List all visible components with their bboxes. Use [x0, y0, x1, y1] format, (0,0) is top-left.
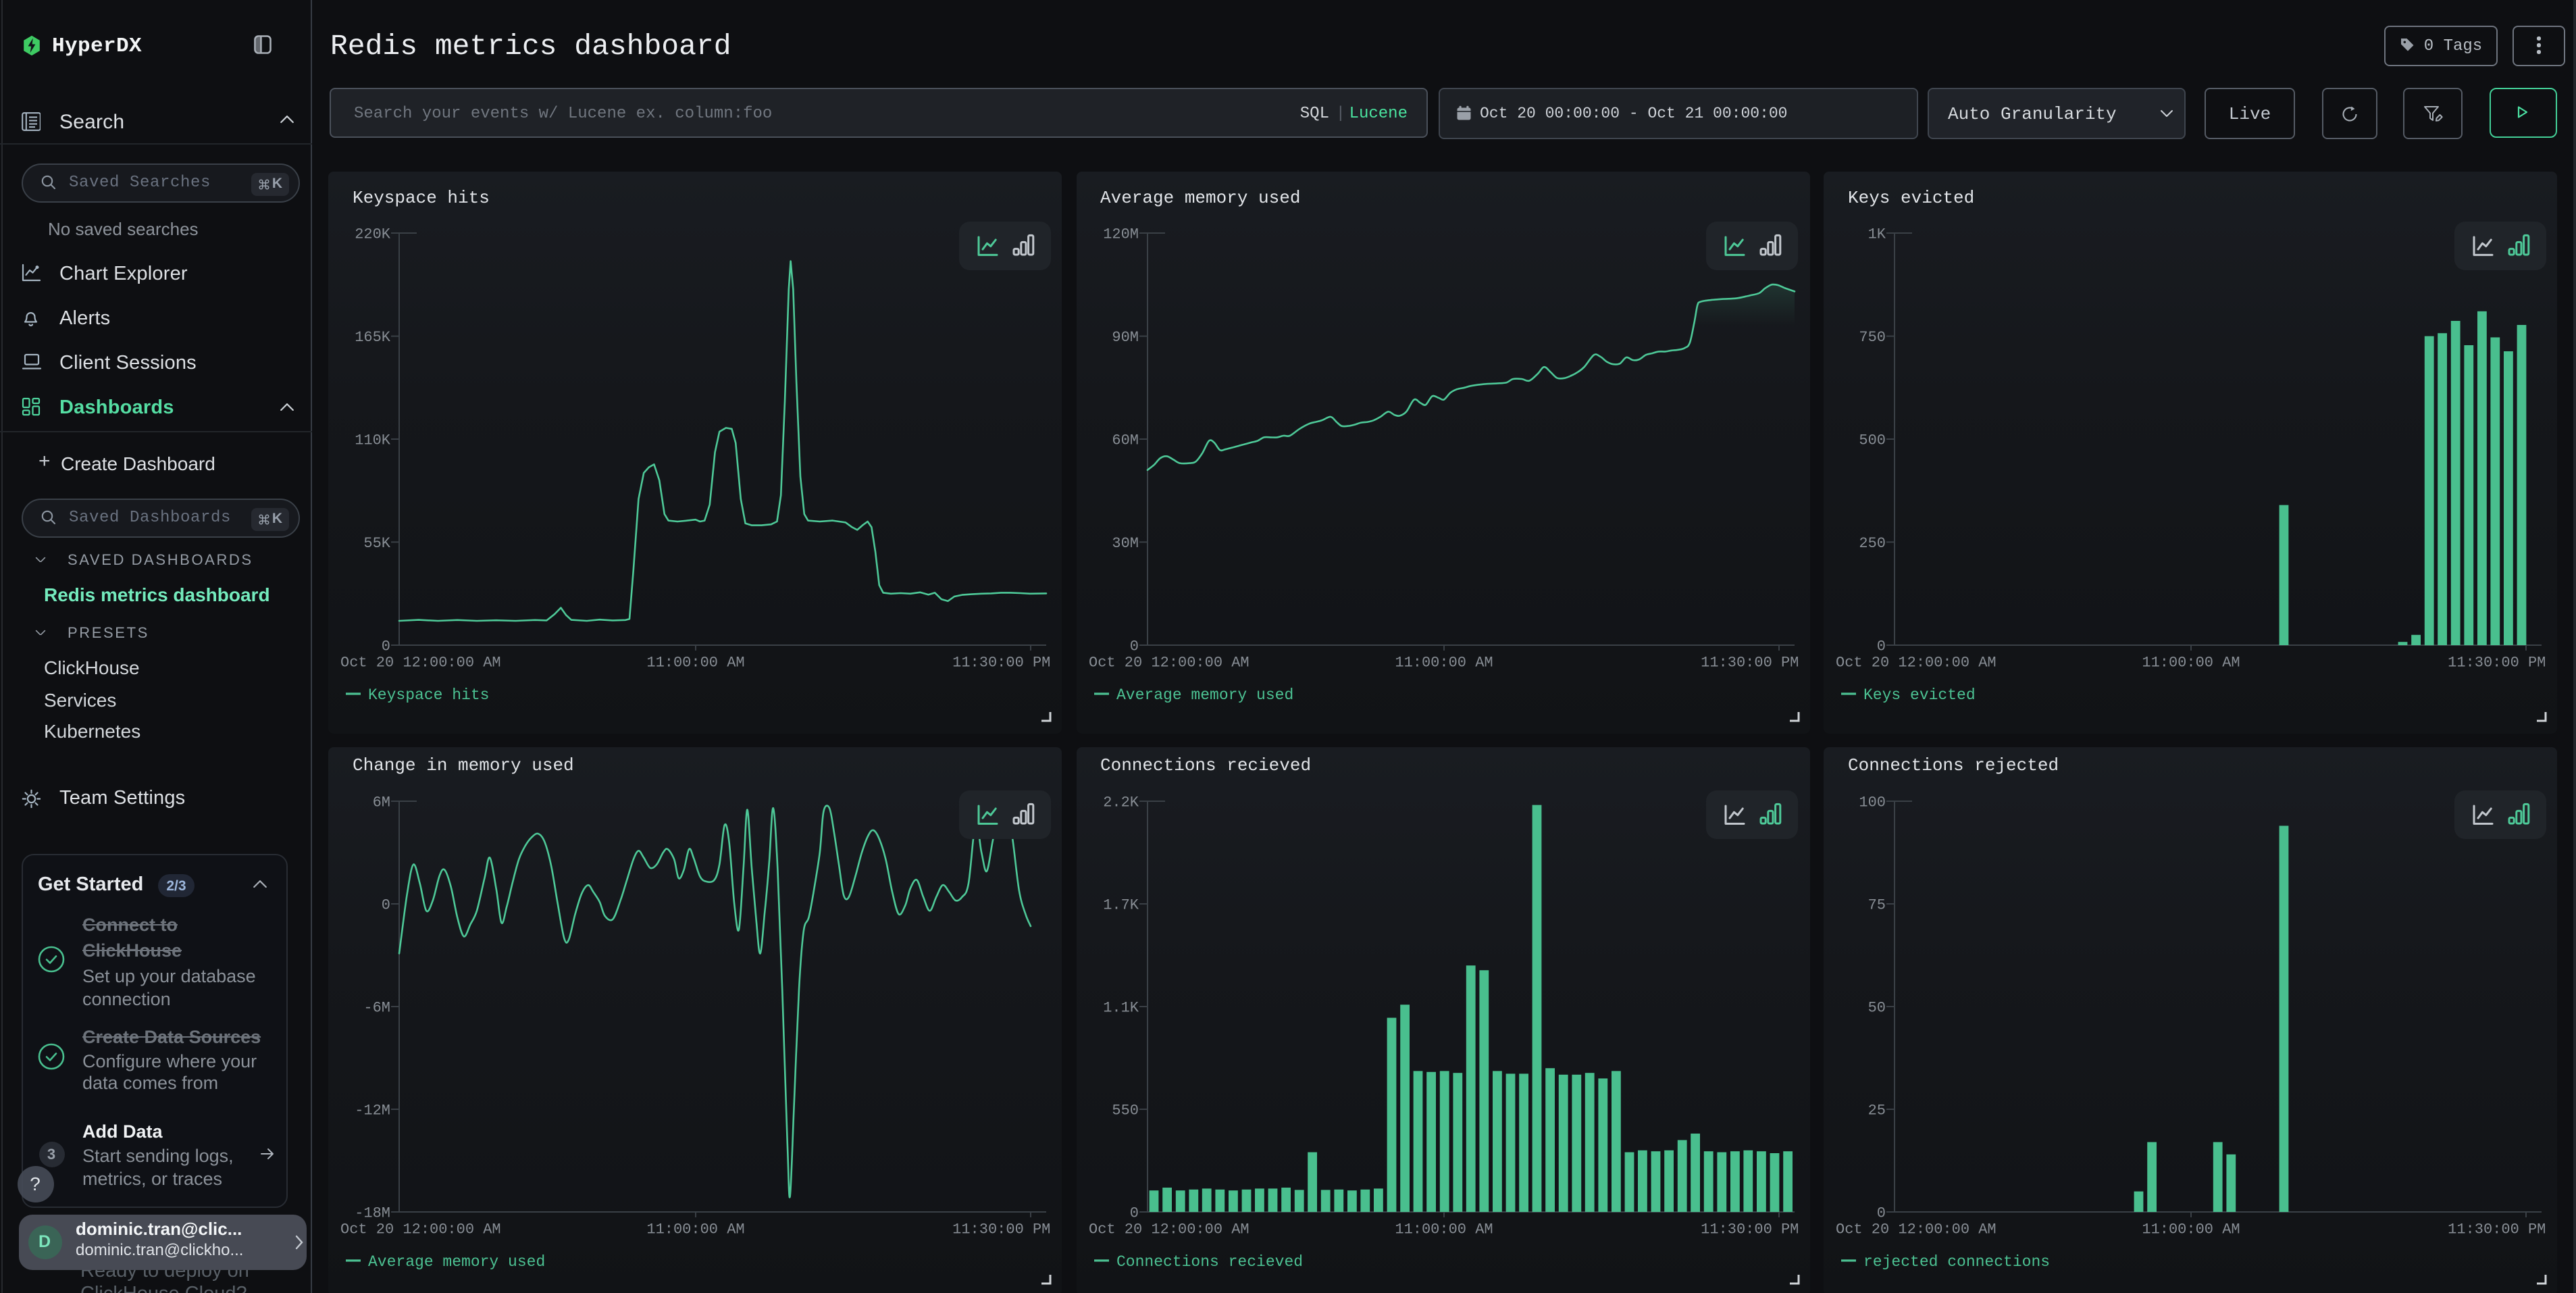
svg-text:rejected connections: rejected connections [1863, 1253, 2050, 1271]
svg-text:6M: 6M [373, 794, 390, 811]
svg-text:750: 750 [1859, 329, 1886, 346]
svg-text:50: 50 [1868, 999, 1886, 1016]
svg-text:2.2K: 2.2K [1102, 794, 1139, 811]
svg-text:Oct 20 12:00:00 AM: Oct 20 12:00:00 AM [1836, 1221, 1997, 1238]
svg-text:Connections recieved: Connections recieved [1116, 1253, 1302, 1271]
svg-text:11:30:00 PM: 11:30:00 PM [2448, 654, 2546, 671]
svg-text:500: 500 [1859, 432, 1886, 449]
svg-text:11:00:00 AM: 11:00:00 AM [2142, 1221, 2240, 1238]
svg-text:1.1K: 1.1K [1102, 999, 1139, 1016]
svg-text:220K: 220K [355, 226, 391, 243]
svg-text:120M: 120M [1102, 226, 1138, 243]
svg-text:100: 100 [1859, 794, 1886, 811]
svg-text:30M: 30M [1111, 535, 1138, 552]
svg-text:0: 0 [1877, 638, 1886, 655]
svg-text:11:30:00 PM: 11:30:00 PM [1700, 1221, 1798, 1238]
svg-text:Oct 20 12:00:00 AM: Oct 20 12:00:00 AM [340, 654, 501, 671]
svg-text:11:00:00 AM: 11:00:00 AM [646, 1221, 744, 1238]
svg-text:60M: 60M [1111, 432, 1138, 449]
svg-text:11:30:00 PM: 11:30:00 PM [2448, 1221, 2546, 1238]
svg-text:25: 25 [1868, 1102, 1886, 1119]
svg-text:0: 0 [382, 638, 390, 655]
svg-text:0: 0 [1129, 1205, 1138, 1221]
svg-text:11:30:00 PM: 11:30:00 PM [952, 1221, 1050, 1238]
svg-text:11:00:00 AM: 11:00:00 AM [1394, 1221, 1492, 1238]
svg-text:-18M: -18M [355, 1205, 390, 1221]
svg-text:55K: 55K [363, 535, 390, 552]
svg-text:0: 0 [1877, 1205, 1886, 1221]
svg-text:Keyspace hits: Keyspace hits [368, 686, 489, 704]
svg-text:Average memory used: Average memory used [1116, 686, 1293, 704]
svg-text:-12M: -12M [355, 1102, 390, 1119]
svg-text:550: 550 [1111, 1102, 1138, 1119]
svg-text:-6M: -6M [363, 999, 390, 1016]
svg-text:11:00:00 AM: 11:00:00 AM [2142, 654, 2240, 671]
svg-text:11:00:00 AM: 11:00:00 AM [646, 654, 744, 671]
svg-text:Keys evicted: Keys evicted [1863, 686, 1976, 704]
svg-text:250: 250 [1859, 535, 1886, 552]
svg-text:11:00:00 AM: 11:00:00 AM [1394, 654, 1492, 671]
svg-text:Oct 20 12:00:00 AM: Oct 20 12:00:00 AM [340, 1221, 501, 1238]
svg-text:11:30:00 PM: 11:30:00 PM [1700, 654, 1798, 671]
svg-text:Oct 20 12:00:00 AM: Oct 20 12:00:00 AM [1088, 1221, 1249, 1238]
svg-text:11:30:00 PM: 11:30:00 PM [952, 654, 1050, 671]
svg-text:0: 0 [1129, 638, 1138, 655]
svg-text:0: 0 [382, 896, 390, 913]
svg-text:110K: 110K [355, 432, 391, 449]
svg-text:Average memory used: Average memory used [368, 1253, 545, 1271]
svg-text:Oct 20 12:00:00 AM: Oct 20 12:00:00 AM [1088, 654, 1249, 671]
svg-text:165K: 165K [355, 329, 391, 346]
svg-text:75: 75 [1868, 896, 1886, 913]
svg-text:1.7K: 1.7K [1102, 896, 1139, 913]
svg-text:1K: 1K [1868, 226, 1886, 243]
svg-text:Oct 20 12:00:00 AM: Oct 20 12:00:00 AM [1836, 654, 1997, 671]
svg-text:90M: 90M [1111, 329, 1138, 346]
